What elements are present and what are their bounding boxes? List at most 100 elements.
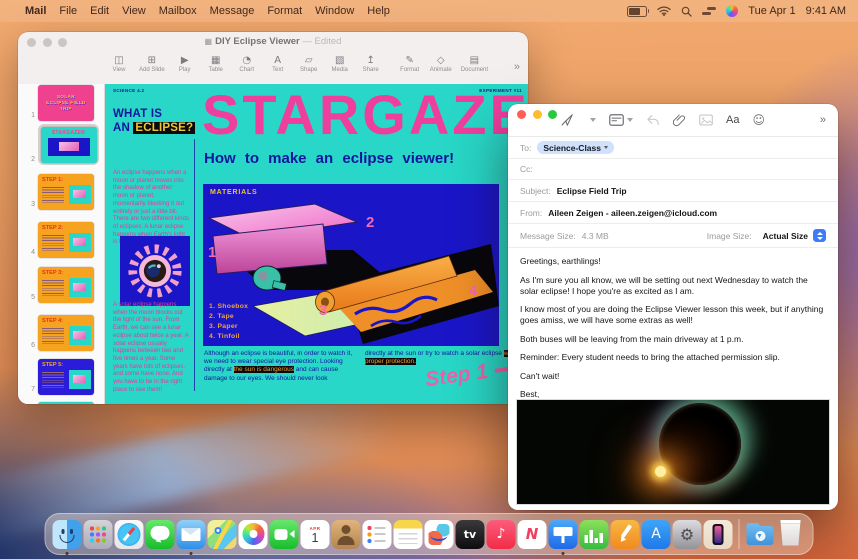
- dock-trash[interactable]: [777, 520, 806, 549]
- emoji-button[interactable]: ☺: [752, 113, 765, 127]
- dock-app-store[interactable]: A: [642, 520, 671, 549]
- trash-icon: [780, 520, 802, 546]
- mail-traffic-lights[interactable]: [517, 110, 557, 119]
- minimize-icon[interactable]: [533, 110, 542, 119]
- dock-reminders[interactable]: [363, 520, 392, 549]
- slide-thumb-6[interactable]: 6 STEP 4:: [18, 315, 104, 351]
- cc-field[interactable]: Cc:: [508, 159, 838, 180]
- battery-icon[interactable]: [627, 6, 647, 17]
- dock-calendar[interactable]: APR1: [301, 520, 330, 549]
- send-options-chevron[interactable]: [590, 118, 596, 122]
- dock-safari[interactable]: [115, 520, 144, 549]
- dock-news[interactable]: N: [518, 520, 547, 549]
- document-button[interactable]: ▤Document: [461, 55, 488, 73]
- dock-messages[interactable]: [146, 520, 175, 549]
- zoom-icon[interactable]: [548, 110, 557, 119]
- menu-time[interactable]: 9:41 AM: [806, 5, 846, 17]
- slide-thumb-3[interactable]: 3 STEP 1:: [18, 174, 104, 210]
- format-button[interactable]: Aa: [726, 114, 739, 126]
- dock-contacts[interactable]: [332, 520, 361, 549]
- dock-tv[interactable]: tv: [456, 520, 485, 549]
- eclipse-photo-attachment[interactable]: [516, 399, 830, 505]
- menu-date[interactable]: Tue Apr 1: [748, 5, 795, 17]
- dock-music[interactable]: ♪: [487, 520, 516, 549]
- header-fields-button[interactable]: [609, 114, 633, 126]
- dock-iphone-mirroring[interactable]: [704, 520, 733, 549]
- shape-button[interactable]: ▱Shape: [298, 55, 320, 73]
- message-size-value: 4.3 MB: [582, 231, 609, 241]
- close-icon[interactable]: [517, 110, 526, 119]
- slide-thumb-5[interactable]: 5 STEP 3:: [18, 267, 104, 303]
- slide-thumb-8[interactable]: 8 DID YOU KNOW: [18, 402, 104, 404]
- mail-toolbar-overflow[interactable]: »: [820, 114, 826, 126]
- slide-thumb-2-selected[interactable]: 2 STARGAZER: [18, 124, 104, 165]
- subject-label: Subject:: [520, 186, 551, 196]
- dock-launchpad[interactable]: [84, 520, 113, 549]
- media-button[interactable]: ▧Media: [329, 55, 351, 73]
- play-button[interactable]: ▶Play: [174, 55, 196, 73]
- menu-help[interactable]: Help: [367, 5, 390, 17]
- dock-freeform[interactable]: [425, 520, 454, 549]
- wifi-icon[interactable]: [657, 6, 671, 16]
- add-slide-button[interactable]: ⊞Add Slide: [139, 55, 165, 73]
- dock-notes[interactable]: [394, 520, 423, 549]
- slide-title: STARGAZER: [202, 84, 528, 146]
- dock: APR1 tv ♪ N A ⚙: [45, 513, 814, 555]
- reply-button[interactable]: [646, 114, 660, 126]
- dock-mail[interactable]: [177, 520, 206, 549]
- photos-icon: [239, 520, 268, 549]
- slide-thumb-7[interactable]: 7 STEP 5:: [18, 359, 104, 395]
- dock-facetime[interactable]: [270, 520, 299, 549]
- insert-photo-button[interactable]: [699, 114, 713, 126]
- slide-thumb-4[interactable]: 4 STEP 2:: [18, 222, 104, 258]
- subject-field[interactable]: Subject: Eclipse Field Trip: [508, 180, 838, 202]
- attach-button[interactable]: [673, 113, 686, 127]
- color-app-icon[interactable]: [726, 5, 738, 17]
- messages-icon: [146, 520, 175, 549]
- view-button[interactable]: ◫View: [108, 55, 130, 73]
- to-field[interactable]: To: Science-Class: [508, 137, 838, 159]
- search-icon[interactable]: [681, 6, 692, 17]
- chart-button[interactable]: ◔Chart: [236, 55, 258, 73]
- image-size-dropdown[interactable]: [813, 229, 826, 242]
- slide-canvas[interactable]: SCIENCE 4.2 EXPERIMENT #11 WHAT IS AN EC…: [105, 84, 528, 404]
- menu-app-name[interactable]: Mail: [25, 5, 46, 17]
- reply-icon: [646, 114, 660, 126]
- dock-photos[interactable]: [239, 520, 268, 549]
- mail-toolbar-buttons: Aa ☺ »: [560, 113, 826, 127]
- animate-button[interactable]: ◇Animate: [430, 55, 452, 73]
- menu-bar: Mail File Edit View Mailbox Message Form…: [0, 0, 858, 22]
- dock-system-settings[interactable]: ⚙: [673, 520, 702, 549]
- slide-thumb-1[interactable]: 1 SOLAR ECLIPSE FIELD TRIP: [18, 85, 104, 121]
- table-button[interactable]: ▦Table: [205, 55, 227, 73]
- send-button[interactable]: [560, 113, 574, 127]
- message-body[interactable]: Greetings, earthlings! As I'm sure you a…: [508, 248, 838, 411]
- menu-window[interactable]: Window: [315, 5, 354, 17]
- text-button[interactable]: AText: [267, 55, 289, 73]
- add-slide-icon: ⊞: [148, 55, 156, 67]
- menu-message[interactable]: Message: [210, 5, 255, 17]
- menu-edit[interactable]: Edit: [90, 5, 109, 17]
- toolbar-overflow-button[interactable]: »: [514, 55, 520, 73]
- to-recipient-token[interactable]: Science-Class: [537, 141, 614, 154]
- slide-course-label: SCIENCE 4.2: [113, 88, 144, 93]
- control-center-icon[interactable]: [702, 7, 716, 16]
- message-size-label: Message Size:: [520, 231, 576, 241]
- dock-finder[interactable]: [53, 520, 82, 549]
- keynote-titlebar[interactable]: ▦DIY Eclipse Viewer — Edited: [18, 32, 528, 53]
- share-button[interactable]: ↥Share: [360, 55, 382, 73]
- animate-icon: ◇: [437, 55, 445, 67]
- facetime-icon: [270, 520, 299, 549]
- menu-format[interactable]: Format: [267, 5, 302, 17]
- body-paragraph: Can't wait!: [520, 371, 826, 382]
- dock-numbers[interactable]: [580, 520, 609, 549]
- menu-file[interactable]: File: [59, 5, 77, 17]
- format-button[interactable]: ✎Format: [399, 55, 421, 73]
- from-field[interactable]: From: Aileen Zeigen - aileen.zeigen@iclo…: [508, 202, 838, 224]
- dock-maps[interactable]: [208, 520, 237, 549]
- dock-downloads[interactable]: [746, 520, 775, 549]
- menu-view[interactable]: View: [122, 5, 146, 17]
- dock-pages[interactable]: [611, 520, 640, 549]
- menu-mailbox[interactable]: Mailbox: [159, 5, 197, 17]
- dock-keynote[interactable]: [549, 520, 578, 549]
